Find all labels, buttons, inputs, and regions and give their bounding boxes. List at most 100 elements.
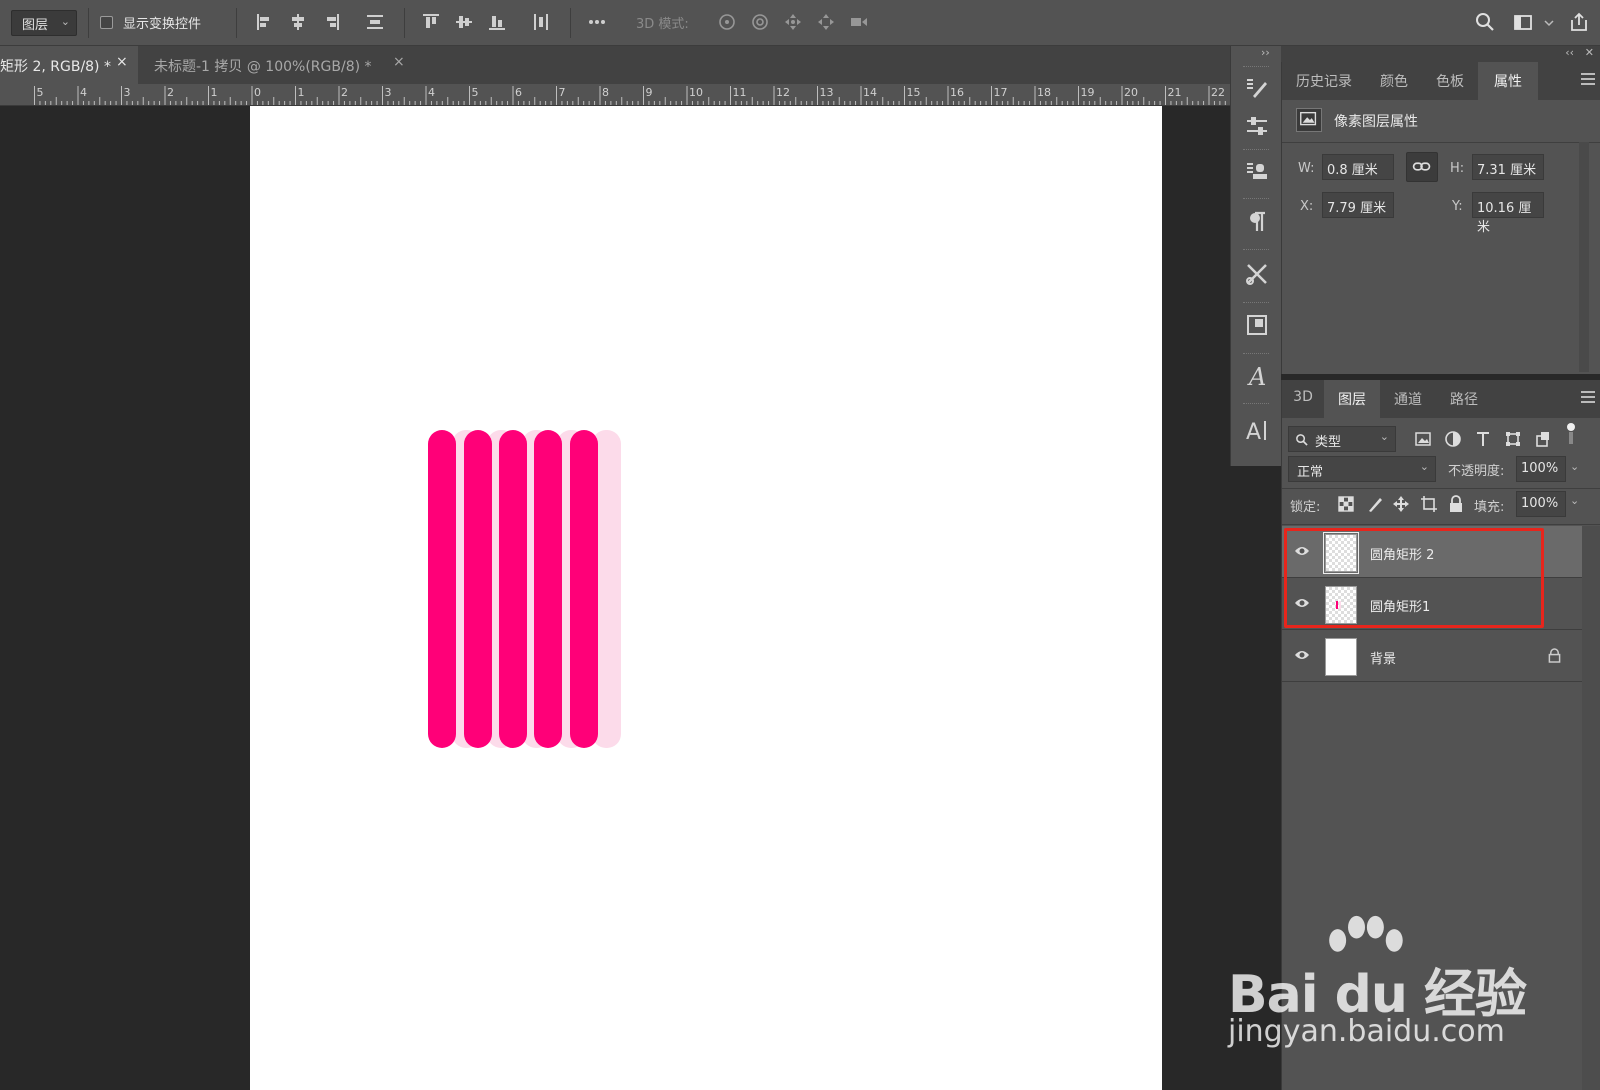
ruler-label: 7 — [558, 86, 566, 99]
layers-tab-bar: 3D 图层 通道 路径 — [1282, 380, 1600, 418]
collapse-panels-icon[interactable]: ‹‹ — [1565, 46, 1574, 59]
opacity-field[interactable]: 100% — [1516, 456, 1566, 482]
tab-properties[interactable]: 属性 — [1478, 62, 1538, 100]
scrollbar[interactable] — [1579, 142, 1589, 372]
options-bar: 图层 ⌄ 显示变换控件 3D 模式: — [0, 0, 1600, 46]
3d-pan-icon[interactable] — [782, 11, 804, 33]
ruler-label: 19 — [1080, 86, 1095, 99]
glyphs-icon[interactable]: A — [1243, 362, 1271, 391]
width-field[interactable]: 0.8 厘米 — [1322, 154, 1394, 180]
filter-adjustment-icon[interactable] — [1444, 430, 1462, 448]
3d-camera-icon[interactable] — [848, 11, 870, 33]
close-icon[interactable]: × — [116, 54, 128, 70]
ruler-label: 13 — [819, 86, 834, 99]
link-dimensions-button[interactable] — [1406, 152, 1438, 182]
share-icon[interactable] — [1568, 11, 1590, 33]
search-icon — [1296, 434, 1308, 446]
tab-history[interactable]: 历史记录 — [1282, 62, 1366, 100]
ruler-label: 20 — [1124, 86, 1138, 99]
filter-smart-object-icon[interactable] — [1534, 430, 1552, 448]
filter-toggle[interactable] — [1566, 422, 1576, 446]
grip-handle[interactable] — [1243, 149, 1269, 152]
ruler-label: 6 — [515, 86, 522, 99]
align-top-icon[interactable] — [420, 11, 442, 33]
close-icon[interactable]: ✕ — [1585, 46, 1594, 59]
character-icon[interactable]: A — [1243, 416, 1271, 445]
auto-select-dropdown[interactable]: 图层 ⌄ — [11, 10, 77, 36]
clone-source-icon[interactable] — [1243, 158, 1271, 186]
lock-all-icon[interactable] — [1448, 495, 1464, 513]
ruler-label: 22 — [1211, 86, 1225, 99]
tab-3d[interactable]: 3D — [1282, 380, 1324, 418]
auto-select-value: 图层 — [22, 18, 49, 33]
layer-row-background[interactable]: 背景 — [1282, 630, 1582, 682]
close-icon[interactable]: × — [393, 54, 405, 70]
brush-settings-icon[interactable] — [1243, 74, 1271, 102]
3d-roll-icon[interactable] — [749, 11, 771, 33]
document-canvas[interactable] — [250, 106, 1162, 1090]
chevron-down-icon: ⌄ — [1419, 460, 1429, 473]
horizontal-ruler: 5 4 3 2 1 0 1 2 3 4 5 6 7 8 9 10 11 12 13 14 15 16 17 18 19 20 21 2… — [0, 84, 1230, 106]
filter-type-icon[interactable] — [1474, 430, 1492, 448]
grip-handle[interactable] — [1243, 66, 1269, 69]
panel-menu-icon[interactable] — [1581, 391, 1595, 403]
lock-artboard-icon[interactable] — [1420, 495, 1438, 513]
tab-swatches[interactable]: 色板 — [1422, 62, 1478, 100]
tab-channels[interactable]: 通道 — [1380, 380, 1436, 418]
pixel-layer-icon — [1296, 108, 1322, 132]
adjustments-icon[interactable] — [1243, 112, 1271, 140]
tab-paths[interactable]: 路径 — [1436, 380, 1492, 418]
distribute-vertical-icon[interactable] — [364, 11, 386, 33]
align-bottom-icon[interactable] — [486, 11, 508, 33]
x-position-field[interactable]: 7.79 厘米 — [1322, 192, 1394, 218]
paragraph-icon[interactable] — [1243, 208, 1271, 236]
blend-mode-dropdown[interactable]: 正常 ⌄ — [1288, 456, 1436, 482]
grip-handle[interactable] — [1243, 249, 1269, 252]
align-left-icon[interactable] — [254, 11, 276, 33]
search-icon[interactable] — [1474, 11, 1496, 33]
tab-document-active[interactable]: 矩形 2, RGB/8) * × — [0, 46, 138, 84]
layer-filter-dropdown[interactable]: 类型 ⌄ — [1288, 426, 1396, 452]
visibility-eye-icon[interactable] — [1294, 649, 1310, 661]
blend-mode-value: 正常 — [1297, 465, 1324, 480]
chevron-down-icon[interactable] — [1538, 11, 1554, 33]
ruler-label: 1 — [210, 86, 218, 99]
workspace-icon[interactable] — [1512, 11, 1534, 33]
divider — [1282, 524, 1600, 525]
align-center-icon[interactable] — [287, 11, 309, 33]
align-middle-icon[interactable] — [453, 11, 475, 33]
3d-orbit-icon[interactable] — [716, 11, 738, 33]
fill-field[interactable]: 100% — [1516, 491, 1566, 517]
expand-panels-icon[interactable]: ›› — [1261, 46, 1270, 59]
tab-color[interactable]: 颜色 — [1366, 62, 1422, 100]
filter-shape-icon[interactable] — [1504, 430, 1522, 448]
grip-handle[interactable] — [1243, 302, 1269, 305]
scrollbar[interactable] — [1582, 526, 1600, 1090]
lock-label: 锁定: — [1290, 500, 1321, 515]
lock-position-icon[interactable] — [1392, 495, 1410, 513]
chevron-down-icon[interactable]: ⌄ — [1570, 494, 1579, 507]
grip-handle[interactable] — [1243, 198, 1269, 201]
stripe-pink — [428, 430, 456, 748]
grip-handle[interactable] — [1243, 403, 1269, 406]
grip-handle[interactable] — [1243, 353, 1269, 356]
lock-transparency-icon[interactable] — [1338, 496, 1354, 512]
ruler-label: 0 — [254, 86, 261, 99]
tab-document-copy[interactable]: 未标题-1 拷贝 @ 100%(RGB/8) * × — [138, 46, 420, 84]
align-right-icon[interactable] — [320, 11, 342, 33]
chevron-down-icon[interactable]: ⌄ — [1570, 460, 1579, 473]
height-field[interactable]: 7.31 厘米 — [1472, 154, 1544, 180]
show-transform-checkbox[interactable] — [100, 16, 113, 29]
lock-pixels-icon[interactable] — [1366, 495, 1384, 513]
tool-presets-icon[interactable] — [1243, 260, 1271, 288]
panel-menu-icon[interactable] — [1581, 73, 1595, 85]
filter-pixel-icon[interactable] — [1414, 430, 1432, 448]
y-position-field[interactable]: 10.16 厘米 — [1472, 192, 1544, 235]
more-options-icon[interactable] — [586, 11, 608, 33]
distribute-horizontal-icon[interactable] — [530, 11, 552, 33]
artboard-icon[interactable] — [1243, 311, 1271, 339]
svg-text:A: A — [1247, 363, 1266, 390]
tab-layers[interactable]: 图层 — [1324, 380, 1380, 418]
annotation-highlight-box — [1284, 528, 1544, 628]
3d-slide-icon[interactable] — [815, 11, 837, 33]
